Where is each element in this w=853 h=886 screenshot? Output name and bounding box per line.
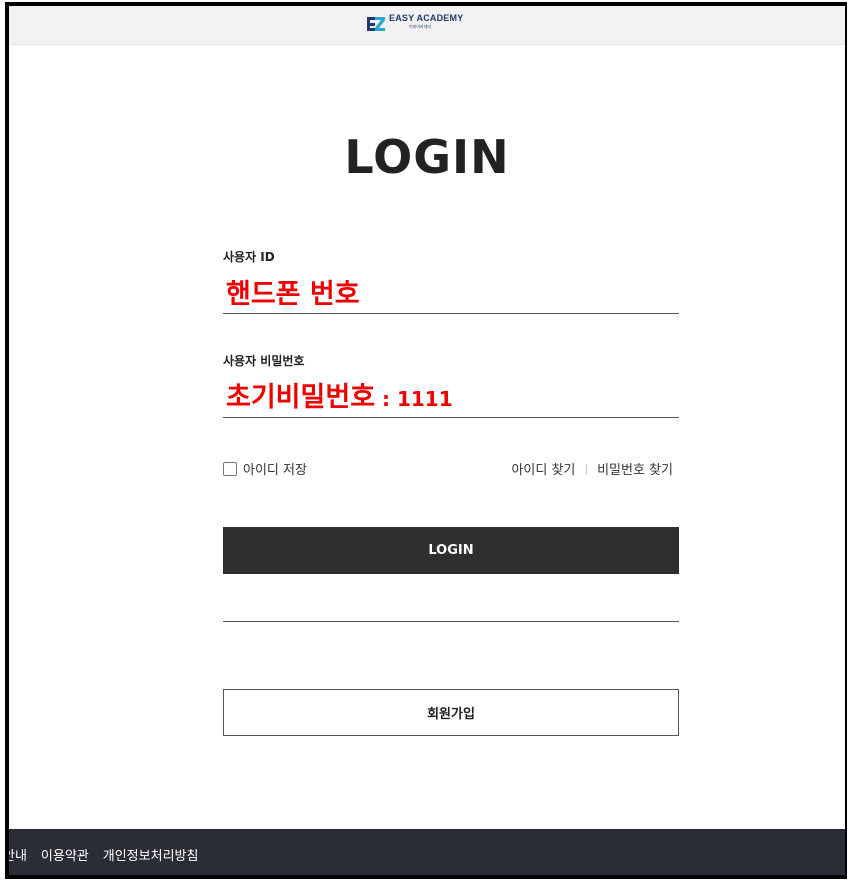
footer-links: 안내 이용약관 개인정보처리방침 (9, 845, 199, 864)
user-id-input[interactable]: 핸드폰 번호 (226, 272, 360, 311)
top-header: EASY ACADEMY 이지아카데미 (9, 6, 845, 45)
easy-academy-logo-icon (367, 17, 385, 31)
remember-id-checkbox[interactable] (223, 461, 237, 476)
section-divider (223, 621, 679, 622)
footer-link-terms[interactable]: 이용약관 (41, 845, 89, 864)
find-account-links: 아이디 찾기 | 비밀번호 찾기 (511, 459, 673, 478)
password-value-suffix: : 1111 (375, 387, 453, 411)
footer-link-privacy[interactable]: 개인정보처리방침 (103, 845, 199, 864)
brand-subtitle: 이지아카데미 (409, 24, 432, 29)
signup-button[interactable]: 회원가입 (223, 689, 679, 736)
page-title: LOGIN (344, 130, 510, 184)
footer: 안내 이용약관 개인정보처리방침 (9, 829, 845, 875)
screenshot-frame: EASY ACADEMY 이지아카데미 LOGIN 사용자 ID 핸드폰 번호 … (5, 2, 847, 879)
password-label: 사용자 비밀번호 (223, 354, 305, 368)
password-value: 초기비밀번호 (226, 382, 376, 413)
remember-id[interactable]: 아이디 저장 (223, 459, 307, 478)
password-underline (223, 417, 679, 418)
login-button[interactable]: LOGIN (223, 527, 679, 574)
password-input[interactable]: 초기비밀번호 : 1111 (226, 375, 453, 414)
link-separator: | (584, 462, 589, 475)
user-id-underline (223, 313, 679, 314)
brand-logo[interactable]: EASY ACADEMY 이지아카데미 (366, 14, 463, 34)
find-password-link[interactable]: 비밀번호 찾기 (597, 459, 673, 478)
brand-name: EASY ACADEMY (389, 13, 464, 23)
find-id-link[interactable]: 아이디 찾기 (511, 459, 575, 478)
user-id-label: 사용자 ID (223, 250, 275, 264)
remember-id-label: 아이디 저장 (243, 463, 307, 478)
footer-link-guide[interactable]: 안내 (9, 845, 27, 864)
